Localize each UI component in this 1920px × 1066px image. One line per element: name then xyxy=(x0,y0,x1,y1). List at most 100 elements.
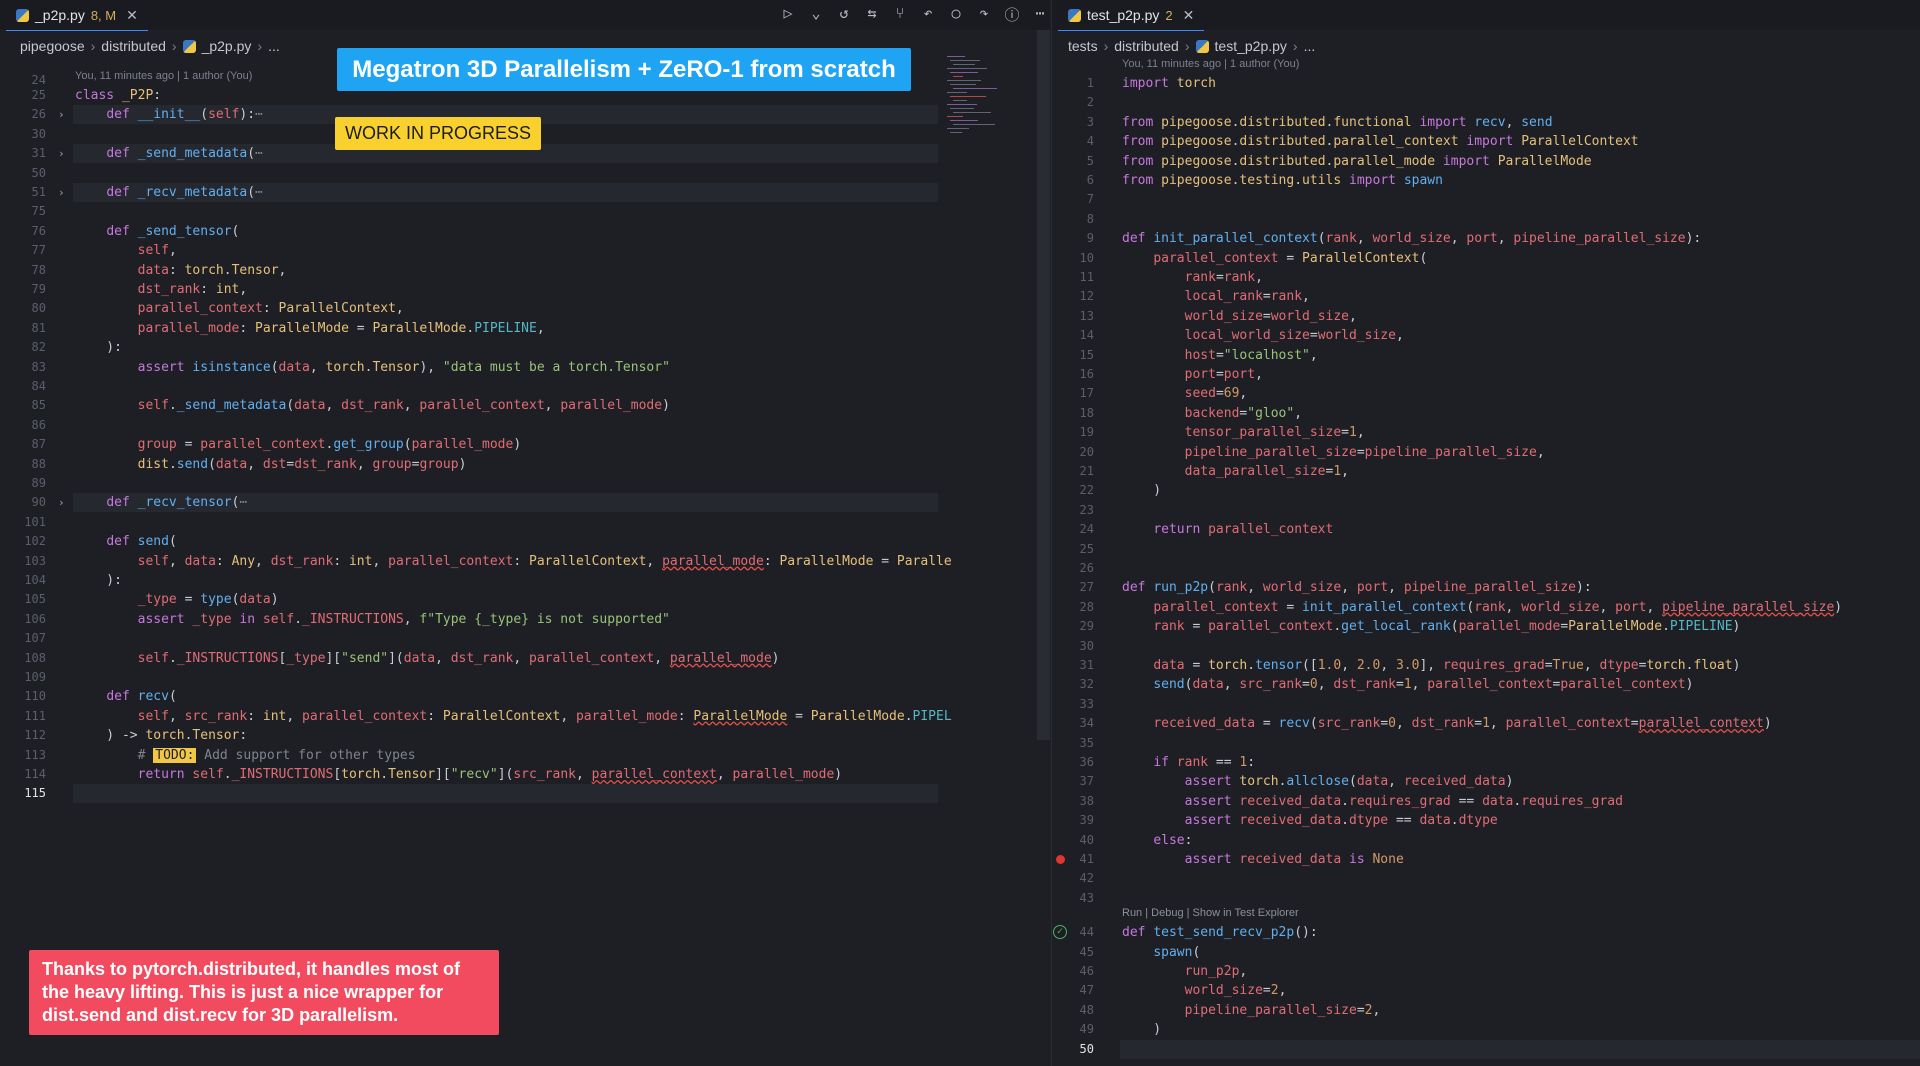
code-line[interactable]: 107 xyxy=(0,629,1050,648)
code-line[interactable]: 81 parallel_mode: ParallelMode = Paralle… xyxy=(0,319,1050,338)
code-line[interactable]: › 51 def _recv_metadata(⋯ xyxy=(0,183,1050,202)
code-line[interactable]: 35 xyxy=(1052,734,1920,753)
code-line[interactable]: 19 tensor_parallel_size=1, xyxy=(1052,423,1920,442)
breadcrumb-item[interactable]: test_p2p.py xyxy=(1215,38,1287,54)
code-line[interactable]: 32 send(data, src_rank=0, dst_rank=1, pa… xyxy=(1052,675,1920,694)
code-line[interactable]: 113 # TODO: Add support for other types xyxy=(0,746,1050,765)
code-line[interactable]: 104 ): xyxy=(0,571,1050,590)
code-line[interactable]: 33 xyxy=(1052,695,1920,714)
run-icon[interactable]: ▷ xyxy=(780,4,796,25)
code-line[interactable]: 37 assert torch.allclose(data, received_… xyxy=(1052,772,1920,791)
code-line[interactable]: 110 def recv( xyxy=(0,687,1050,706)
code-line[interactable]: 15 host="localhost", xyxy=(1052,346,1920,365)
breadcrumb-item[interactable]: ... xyxy=(1304,38,1316,54)
code-line[interactable]: 22 ) xyxy=(1052,481,1920,500)
code-line[interactable]: 12 local_rank=rank, xyxy=(1052,287,1920,306)
code-line[interactable]: 101 xyxy=(0,513,1050,532)
code-line[interactable]: 42 xyxy=(1052,869,1920,888)
code-line[interactable]: 9 def init_parallel_context(rank, world_s… xyxy=(1052,229,1920,248)
code-line[interactable]: 34 received_data = recv(src_rank=0, dst_… xyxy=(1052,714,1920,733)
code-line[interactable]: 115 xyxy=(0,784,1050,804)
compare-icon[interactable]: ⇆ xyxy=(864,4,880,25)
code-line[interactable]: 39 assert received_data.dtype == data.dt… xyxy=(1052,811,1920,830)
code-line[interactable]: 111 self, src_rank: int, parallel_contex… xyxy=(0,707,1050,726)
code-line[interactable]: 79 dst_rank: int, xyxy=(0,280,1050,299)
tab-test-p2p-py[interactable]: test_p2p.py 2 ✕ xyxy=(1058,0,1205,31)
code-line[interactable]: 14 local_world_size=world_size, xyxy=(1052,326,1920,345)
close-icon[interactable]: ✕ xyxy=(126,7,138,24)
breadcrumb-item[interactable]: tests xyxy=(1068,38,1098,54)
codelens-run-debug[interactable]: Run | Debug | Show in Test Explorer xyxy=(1122,907,1299,919)
code-line[interactable]: 108 self._INSTRUCTIONS[_type]["send"](da… xyxy=(0,649,1050,668)
code-line[interactable]: 114 return self._INSTRUCTIONS[torch.Tens… xyxy=(0,765,1050,784)
code-line[interactable]: 43 xyxy=(1052,889,1920,908)
code-line[interactable]: 36 if rank == 1: xyxy=(1052,753,1920,772)
code-line[interactable]: 80 parallel_context: ParallelContext, xyxy=(0,299,1050,318)
code-line[interactable]: 48 pipeline_parallel_size=2, xyxy=(1052,1001,1920,1020)
more-icon[interactable]: ⋯ xyxy=(1032,4,1048,25)
code-line[interactable]: 40 else: xyxy=(1052,831,1920,850)
code-line[interactable]: 31 data = torch.tensor([1.0, 2.0, 3.0], … xyxy=(1052,656,1920,675)
tab-p2p-py[interactable]: _p2p.py 8, M ✕ xyxy=(6,0,148,31)
history-icon[interactable]: ↺ xyxy=(836,4,852,25)
code-line[interactable]: 24 return parallel_context xyxy=(1052,520,1920,539)
circle-icon[interactable]: ○ xyxy=(948,4,964,25)
close-icon[interactable]: ✕ xyxy=(1183,7,1195,24)
chevron-down-icon[interactable]: ⌄ xyxy=(808,4,824,25)
code-line[interactable]: 76 def _send_tensor( xyxy=(0,222,1050,241)
code-line[interactable]: 89 xyxy=(0,474,1050,493)
code-line[interactable]: 1 import torch xyxy=(1052,74,1920,93)
code-line[interactable]: 6 from pipegoose.testing.utils import spa… xyxy=(1052,171,1920,190)
chevron-right-icon[interactable]: › xyxy=(58,144,65,163)
code-line[interactable]: 18 backend="gloo", xyxy=(1052,404,1920,423)
code-line[interactable]: 83 assert isinstance(data, torch.Tensor)… xyxy=(0,358,1050,377)
code-line[interactable]: 88 dist.send(data, dst=dst_rank, group=g… xyxy=(0,455,1050,474)
code-line[interactable]: 41 assert received_data is None xyxy=(1052,850,1920,869)
pull-request-icon[interactable]: ⑂ xyxy=(892,4,908,25)
code-line[interactable]: 84 xyxy=(0,377,1050,396)
code-line[interactable]: 50 xyxy=(1052,1039,1920,1059)
code-line[interactable]: 46 run_p2p, xyxy=(1052,962,1920,981)
code-line[interactable]: 102 def send( xyxy=(0,532,1050,551)
code-line[interactable]: 86 xyxy=(0,416,1050,435)
code-line[interactable]: 87 group = parallel_context.get_group(pa… xyxy=(0,435,1050,454)
code-line[interactable]: 11 rank=rank, xyxy=(1052,268,1920,287)
code-line[interactable]: 82 ): xyxy=(0,338,1050,357)
code-line[interactable]: 78 data: torch.Tensor, xyxy=(0,261,1050,280)
code-line[interactable]: 8 xyxy=(1052,210,1920,229)
code-line[interactable]: 77 self, xyxy=(0,241,1050,260)
code-line[interactable]: 7 xyxy=(1052,190,1920,209)
code-line[interactable]: 38 assert received_data.requires_grad ==… xyxy=(1052,792,1920,811)
code-line[interactable]: 5 from pipegoose.distributed.parallel_mod… xyxy=(1052,152,1920,171)
chevron-right-icon[interactable]: › xyxy=(58,105,65,124)
go-back-icon[interactable]: ↶ xyxy=(920,4,936,25)
chevron-right-icon[interactable]: › xyxy=(58,183,65,202)
code-line[interactable]: 29 rank = parallel_context.get_local_ran… xyxy=(1052,617,1920,636)
go-forward-icon[interactable]: ↷ xyxy=(976,4,992,25)
code-line[interactable]: 4 from pipegoose.distributed.parallel_con… xyxy=(1052,132,1920,151)
code-line[interactable]: 50 xyxy=(0,164,1050,183)
breadcrumb-item[interactable]: distributed xyxy=(1114,38,1179,54)
chevron-right-icon[interactable]: › xyxy=(58,493,65,512)
code-line[interactable]: 47 world_size=2, xyxy=(1052,981,1920,1000)
code-line[interactable]: 21 data_parallel_size=1, xyxy=(1052,462,1920,481)
code-line[interactable]: 30 xyxy=(1052,637,1920,656)
minimap[interactable] xyxy=(947,56,1037,156)
code-line[interactable]: 103 self, data: Any, dst_rank: int, para… xyxy=(0,552,1050,571)
code-line[interactable]: 75 xyxy=(0,202,1050,221)
code-line[interactable]: 23 xyxy=(1052,501,1920,520)
code-line[interactable]: 112 ) -> torch.Tensor: xyxy=(0,726,1050,745)
code-line[interactable]: 17 seed=69, xyxy=(1052,384,1920,403)
code-line[interactable]: 28 parallel_context = init_parallel_cont… xyxy=(1052,598,1920,617)
code-line[interactable]: 25 xyxy=(1052,540,1920,559)
code-line[interactable]: 10 parallel_context = ParallelContext( xyxy=(1052,249,1920,268)
code-line[interactable]: ✓ 44 def test_send_recv_p2p(): xyxy=(1052,923,1920,942)
code-line[interactable]: 3 from pipegoose.distributed.functional i… xyxy=(1052,113,1920,132)
code-line[interactable]: 85 self._send_metadata(data, dst_rank, p… xyxy=(0,396,1050,415)
code-line[interactable]: 27 def run_p2p(rank, world_size, port, pi… xyxy=(1052,578,1920,597)
code-line[interactable]: 106 assert _type in self._INSTRUCTIONS, … xyxy=(0,610,1050,629)
code-line[interactable]: 109 xyxy=(0,668,1050,687)
code-line[interactable]: › 90 def _recv_tensor(⋯ xyxy=(0,493,1050,513)
code-line[interactable]: 13 world_size=world_size, xyxy=(1052,307,1920,326)
code-line[interactable]: 49 ) xyxy=(1052,1020,1920,1039)
